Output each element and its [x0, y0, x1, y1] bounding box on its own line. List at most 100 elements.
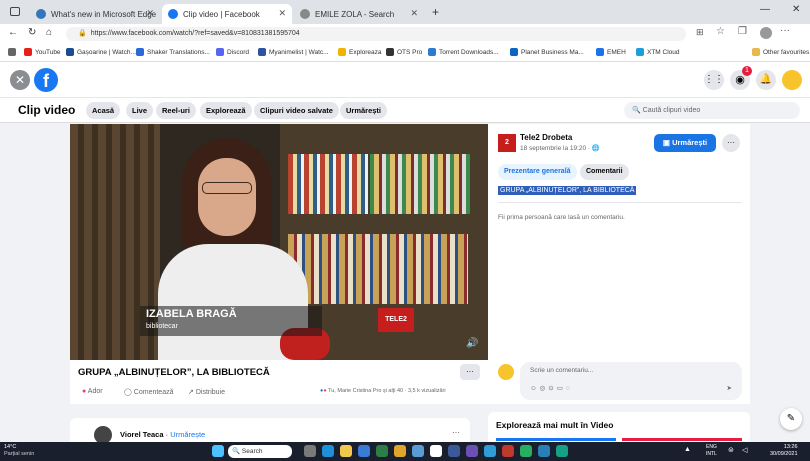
file-explorer-icon[interactable]: [340, 445, 352, 457]
favorite-label: EMEH: [607, 48, 626, 56]
tab-following[interactable]: Urmărești: [340, 102, 388, 119]
reactions-summary[interactable]: ●● Tu, Marie Cristina Pro și alți 40 · 3…: [320, 388, 446, 394]
url-text: https://www.facebook.com/watch/?ref=save…: [90, 30, 300, 37]
favorite-item[interactable]: Gașoarine | Watch...: [66, 48, 136, 56]
bookmark-icon: [510, 48, 518, 56]
video-more-button[interactable]: ···: [460, 364, 480, 380]
close-video-button[interactable]: ✕: [10, 70, 30, 90]
comment-button[interactable]: ◯ Comentează: [124, 388, 174, 396]
volume-tray-icon[interactable]: ◁: [742, 446, 747, 454]
like-button[interactable]: ● Ador: [82, 388, 103, 395]
minimize-icon[interactable]: —: [760, 4, 770, 15]
store-icon[interactable]: [358, 445, 370, 457]
bookmark-icon: [596, 48, 604, 56]
favorite-item[interactable]: EMEH: [596, 48, 626, 56]
follow-button[interactable]: ▣ Urmărești: [654, 134, 716, 152]
app-icon[interactable]: [520, 445, 532, 457]
favorite-item[interactable]: Shaker Translations...: [136, 48, 210, 56]
comment-label: Comentează: [133, 389, 174, 396]
app-icon[interactable]: [484, 445, 496, 457]
author-name[interactable]: Viorel Teaca · Urmărește: [120, 430, 205, 439]
url-input[interactable]: 🔒 https://www.facebook.com/watch/?ref=sav…: [66, 27, 686, 41]
youtube-icon: [24, 48, 32, 56]
tab-edge-news[interactable]: What's new in Microsoft Edge ✕: [30, 4, 160, 24]
tab-search[interactable]: EMILE ZOLA - Search ✕: [294, 4, 424, 24]
volume-icon[interactable]: 🔊: [466, 338, 478, 349]
post-date: 18 septembrie la 19:20 · 🌐: [520, 144, 600, 152]
weather-temp: 14°C: [4, 444, 17, 450]
clock[interactable]: 13:26 30/09/2021: [770, 444, 798, 458]
app-icon[interactable]: [502, 445, 514, 457]
send-icon[interactable]: ➤: [727, 384, 732, 392]
weather-widget[interactable]: 14°C Parțial senin: [4, 444, 34, 458]
favorite-item[interactable]: Myanimelist | Watc...: [258, 48, 329, 56]
author-follow-link[interactable]: Urmărește: [170, 430, 205, 439]
menu-grid-button[interactable]: ⋮⋮: [704, 70, 724, 90]
app-icon[interactable]: [538, 445, 550, 457]
video-search-input[interactable]: 🔍 Caută clipuri video: [624, 102, 800, 119]
mail-icon[interactable]: [376, 445, 388, 457]
favorite-item[interactable]: Planet Business Ma...: [510, 48, 584, 56]
app-icon[interactable]: [430, 445, 442, 457]
favorite-item[interactable]: YouTube: [24, 48, 61, 56]
tab-close-icon[interactable]: ✕: [410, 8, 418, 19]
new-message-button[interactable]: ✎: [780, 408, 802, 430]
author-name-text: Viorel Teaca: [120, 430, 164, 439]
back-icon[interactable]: ←: [8, 27, 18, 38]
app-icon[interactable]: [412, 445, 424, 457]
lang-layout: INTL: [706, 451, 717, 457]
favorite-item[interactable]: Discord: [216, 48, 249, 56]
chrome-icon[interactable]: [394, 445, 406, 457]
tab-home[interactable]: Acasă: [86, 102, 121, 119]
settings-more-icon[interactable]: ···: [780, 25, 790, 36]
language-indicator[interactable]: ENG INTL: [706, 444, 717, 458]
favorite-star-icon[interactable]: ☆: [716, 26, 725, 37]
avatar[interactable]: [782, 70, 802, 90]
network-icon[interactable]: ⊜: [728, 446, 734, 454]
tab-saved-videos[interactable]: Clipuri video salvate: [254, 102, 339, 119]
app-icon[interactable]: [466, 445, 478, 457]
post-options-button[interactable]: ···: [722, 134, 740, 152]
tab-overview[interactable]: Prezentare generală: [498, 164, 577, 180]
edge-favicon-icon: [36, 9, 46, 19]
follow-label: Urmărești: [672, 138, 708, 147]
tab-explore[interactable]: Explorează: [200, 102, 252, 119]
new-tab-button[interactable]: +: [432, 5, 439, 19]
favorite-item[interactable]: [8, 48, 19, 56]
app-icon[interactable]: [556, 445, 568, 457]
tab-close-icon[interactable]: ✕: [278, 8, 286, 19]
comment-input[interactable]: Scrie un comentariu... ☺◎⊙▭◌ ➤: [520, 362, 742, 400]
tab-comments[interactable]: Comentarii: [580, 164, 629, 180]
tray-chevron-icon[interactable]: ▲: [684, 446, 691, 453]
favorite-item[interactable]: Torrent Downloads...: [428, 48, 499, 56]
app-icon[interactable]: [448, 445, 460, 457]
tab-live[interactable]: Live: [126, 102, 154, 119]
page-avatar[interactable]: 2: [498, 134, 516, 152]
task-view-icon[interactable]: [304, 445, 316, 457]
other-favorites[interactable]: Other favourites: [752, 48, 809, 56]
video-player[interactable]: IZABELA BRAGĂ bibliotecar TELE2 🔊: [70, 124, 488, 360]
page-title: Clip video: [18, 103, 76, 117]
tab-reels[interactable]: Reel-uri: [156, 102, 196, 119]
tab-close-icon[interactable]: ✕: [146, 8, 154, 19]
read-aloud-icon[interactable]: ⊞: [696, 27, 704, 38]
profile-icon[interactable]: [760, 27, 772, 39]
favorite-item[interactable]: OTS Pro: [386, 48, 422, 56]
windows-start-icon[interactable]: [212, 445, 224, 457]
refresh-icon[interactable]: ↻: [28, 27, 36, 38]
favorite-item[interactable]: XTM Cloud: [636, 48, 680, 56]
home-icon[interactable]: ⌂: [46, 27, 52, 38]
card-more-button[interactable]: ···: [452, 428, 460, 437]
tab-actions-icon[interactable]: [10, 7, 20, 16]
edge-icon[interactable]: [322, 445, 334, 457]
favorite-item[interactable]: Exploreaza: [338, 48, 382, 56]
share-button[interactable]: ↗ Distribuie: [188, 388, 225, 396]
collections-icon[interactable]: ❐: [738, 26, 747, 37]
tab-facebook-video[interactable]: Clip video | Facebook ✕: [162, 4, 292, 24]
page-name[interactable]: Tele2 Drobeta: [520, 133, 572, 142]
facebook-logo-icon[interactable]: f: [34, 68, 58, 92]
notifications-bell-icon[interactable]: 🔔: [756, 70, 776, 90]
taskbar-search-label: Search: [241, 448, 263, 455]
close-window-icon[interactable]: ✕: [792, 4, 800, 15]
taskbar-search[interactable]: 🔍 Search: [228, 445, 292, 458]
